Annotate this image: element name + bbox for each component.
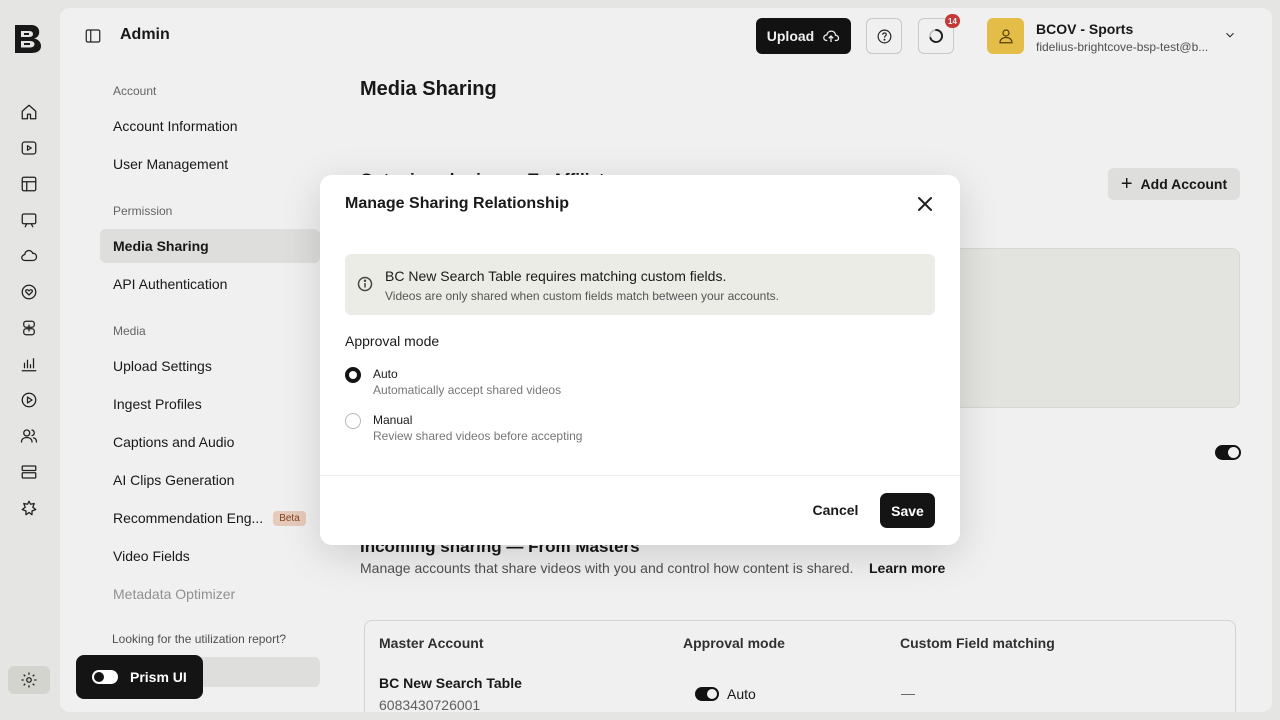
radio-auto-title[interactable]: Auto [373, 367, 398, 381]
radio-manual-description: Review shared videos before accepting [373, 429, 583, 443]
radio-auto[interactable] [345, 367, 361, 383]
radio-manual-title[interactable]: Manual [373, 413, 412, 427]
cancel-button[interactable]: Cancel [800, 493, 871, 527]
prism-switch[interactable] [92, 670, 118, 684]
info-icon [357, 276, 373, 292]
modal-title: Manage Sharing Relationship [345, 195, 570, 212]
close-icon[interactable] [915, 194, 935, 214]
approval-mode-label: Approval mode [345, 333, 440, 349]
radio-auto-description: Automatically accept shared videos [373, 383, 562, 397]
notice-title: BC New Search Table requires matching cu… [385, 268, 727, 284]
custom-fields-notice: BC New Search Table requires matching cu… [345, 254, 935, 315]
notice-description: Videos are only shared when custom field… [385, 289, 779, 303]
radio-manual[interactable] [345, 413, 361, 429]
manage-sharing-modal: Manage Sharing Relationship BC New Searc… [320, 175, 960, 545]
modal-divider [320, 475, 960, 476]
prism-ui-toggle[interactable]: Prism UI [76, 655, 203, 699]
save-button[interactable]: Save [880, 493, 935, 528]
prism-label: Prism UI [130, 669, 187, 685]
